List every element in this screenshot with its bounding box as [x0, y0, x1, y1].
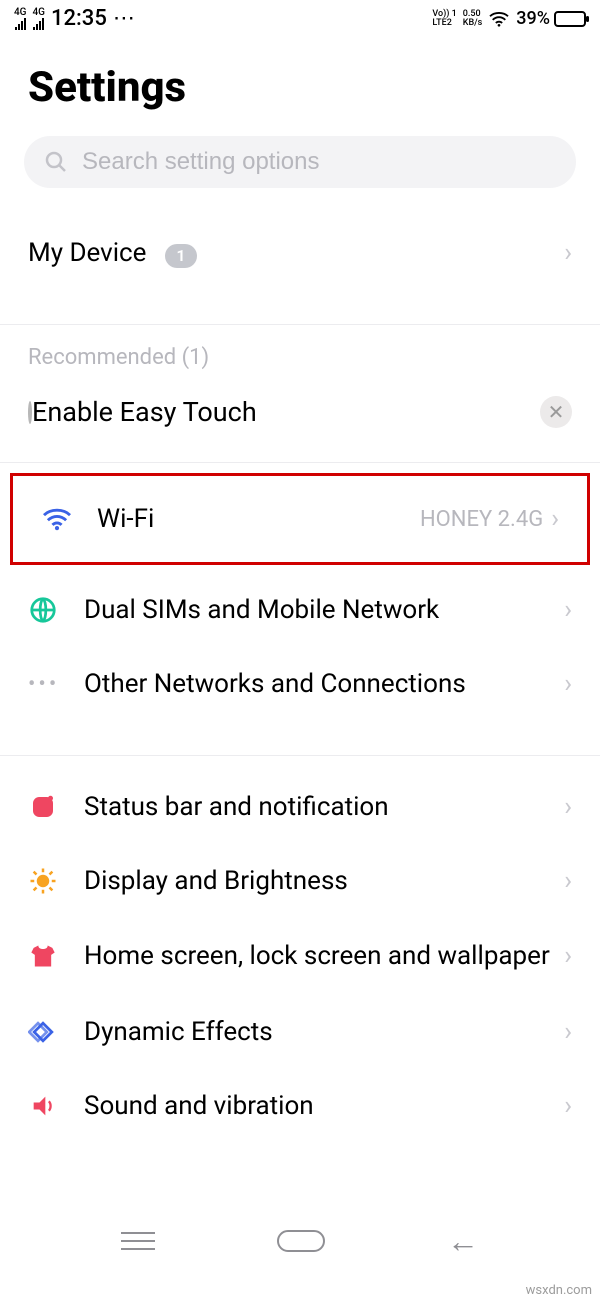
close-icon[interactable]: ✕ — [540, 396, 572, 428]
recommended-item-label: Enable Easy Touch — [32, 396, 540, 428]
my-device-label: My Device 1 — [28, 238, 564, 268]
recommended-item[interactable]: Enable Easy Touch ✕ — [0, 380, 600, 444]
brightness-icon — [28, 866, 84, 896]
dual-sim-row[interactable]: Dual SIMs and Mobile Network › — [0, 573, 600, 647]
page-title: Settings — [0, 33, 600, 136]
wifi-value: HONEY 2.4G — [420, 507, 543, 532]
statusbar-notification-row[interactable]: Status bar and notification › — [0, 770, 600, 844]
dual-sim-label: Dual SIMs and Mobile Network — [84, 595, 564, 625]
chevron-right-icon: › — [564, 595, 572, 625]
diamond-icon — [28, 1017, 84, 1047]
globe-icon — [28, 595, 84, 625]
chevron-right-icon: › — [564, 866, 572, 896]
wifi-status-icon — [488, 10, 510, 28]
chevron-right-icon: › — [551, 504, 559, 534]
home-screen-label: Home screen, lock screen and wallpaper — [84, 940, 564, 973]
navigation-bar: ← — [0, 1210, 600, 1272]
more-icon: ⋯ — [113, 6, 136, 31]
wifi-label: Wi-Fi — [97, 504, 420, 534]
recent-apps-button[interactable] — [121, 1226, 155, 1256]
other-networks-label: Other Networks and Connections — [84, 669, 564, 699]
chevron-right-icon: › — [564, 1017, 572, 1047]
signal-2-icon: 4G — [33, 8, 46, 30]
search-icon — [44, 150, 68, 174]
sound-row[interactable]: Sound and vibration › — [0, 1069, 600, 1143]
display-label: Display and Brightness — [84, 866, 564, 896]
network-speed-indicator: 0.50 KB/s — [463, 10, 483, 28]
watermark: wsxdn.com — [526, 1283, 592, 1298]
sound-icon — [28, 1092, 84, 1120]
recommended-header: Recommended (1) — [0, 325, 600, 380]
dynamic-effects-label: Dynamic Effects — [84, 1017, 564, 1047]
dots-icon: ••• — [28, 672, 84, 697]
statusbar-notification-label: Status bar and notification — [84, 792, 564, 822]
signal-1-icon: 4G — [14, 8, 27, 30]
search-box[interactable] — [24, 136, 576, 188]
chevron-right-icon: › — [564, 941, 572, 971]
other-networks-row[interactable]: ••• Other Networks and Connections › — [0, 647, 600, 721]
chevron-right-icon: › — [564, 669, 572, 699]
dynamic-effects-row[interactable]: Dynamic Effects › — [0, 995, 600, 1069]
volte-indicator: Vo)) 1 LTE2 — [432, 10, 456, 28]
chevron-right-icon: › — [564, 1091, 572, 1121]
wifi-icon — [41, 506, 97, 532]
back-button[interactable]: ← — [447, 1222, 479, 1260]
shirt-icon — [28, 942, 84, 970]
search-input[interactable] — [82, 148, 556, 176]
wifi-row[interactable]: Wi-Fi HONEY 2.4G › — [13, 482, 587, 556]
battery-indicator: 39% — [516, 8, 586, 29]
notification-icon — [28, 792, 84, 822]
my-device-row[interactable]: My Device 1 › — [0, 216, 600, 290]
chevron-right-icon: › — [564, 238, 572, 268]
home-button[interactable] — [277, 1230, 325, 1252]
home-screen-row[interactable]: Home screen, lock screen and wallpaper › — [0, 918, 600, 995]
my-device-badge: 1 — [165, 244, 197, 268]
wifi-highlight: Wi-Fi HONEY 2.4G › — [10, 473, 590, 565]
chevron-right-icon: › — [564, 792, 572, 822]
sound-label: Sound and vibration — [84, 1091, 564, 1121]
status-bar: 4G 4G 12:35 ⋯ Vo)) 1 LTE2 0.50 KB/s 39% — [0, 0, 600, 33]
display-row[interactable]: Display and Brightness › — [0, 844, 600, 918]
status-time: 12:35 — [51, 6, 107, 31]
